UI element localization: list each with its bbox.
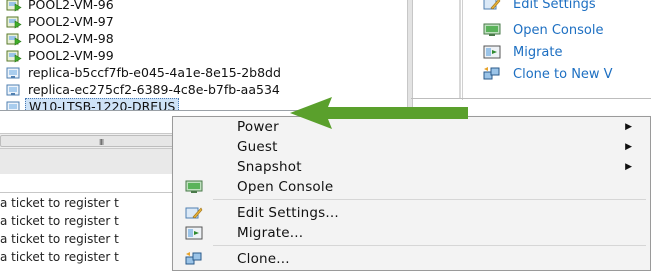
vm-replica-icon	[6, 101, 20, 110]
vm-replica-icon	[6, 84, 20, 95]
annotation-arrow-icon	[290, 97, 468, 129]
action-label: Edit Settings	[513, 0, 596, 12]
action-migrate[interactable]: Migrate	[483, 42, 563, 62]
menu-item-label: Snapshot	[237, 159, 302, 175]
tree-item-w10-ltsb-selected[interactable]: W10-LTSB-1220-DREUS	[0, 97, 180, 110]
menu-item-open-console[interactable]: Open Console	[173, 177, 650, 197]
tree-item-pool2-vm-96[interactable]: POOL2-VM-96	[0, 0, 114, 13]
menu-item-label: Migrate...	[237, 225, 304, 241]
vm-powered-on-icon	[6, 50, 22, 63]
menu-item-label: Open Console	[237, 179, 334, 195]
recent-task-row[interactable]: a ticket to register t	[0, 248, 180, 266]
inventory-tree: POOL2-VM-96 POOL2-VM-97 POOL2-VM-98 POOL…	[0, 0, 407, 110]
action-clone[interactable]: Clone to New V	[483, 64, 613, 84]
submenu-arrow-icon: ▶	[625, 122, 632, 132]
tree-item-label: POOL2-VM-96	[28, 0, 114, 12]
action-label: Migrate	[513, 44, 563, 60]
recent-task-row[interactable]: a ticket to register t	[0, 212, 180, 230]
menu-item-snapshot[interactable]: Snapshot ▶	[173, 157, 650, 177]
tree-item-label: replica-ec275cf2-6389-4c8e-b7fb-aa534	[28, 81, 280, 97]
vm-replica-icon	[6, 67, 20, 78]
menu-item-clone[interactable]: Clone...	[173, 249, 650, 269]
tree-item-pool2-vm-99[interactable]: POOL2-VM-99	[0, 47, 114, 64]
recent-task-row[interactable]: a ticket to register t	[0, 230, 180, 248]
vm-powered-on-icon	[6, 16, 22, 29]
action-open-console[interactable]: Open Console	[483, 20, 603, 40]
tree-item-label: POOL2-VM-98	[28, 30, 114, 46]
submenu-arrow-icon: ▶	[625, 162, 632, 172]
vm-powered-on-icon	[6, 33, 22, 46]
menu-item-label: Guest	[237, 139, 278, 155]
actions-panel: Edit Settings Open Console Migrate Clone…	[462, 0, 651, 100]
action-label: Open Console	[513, 22, 604, 38]
tree-item-replica-ec275cf2[interactable]: replica-ec275cf2-6389-4c8e-b7fb-aa534	[0, 81, 280, 98]
action-label: Clone to New V	[513, 66, 613, 82]
action-edit-settings[interactable]: Edit Settings	[483, 0, 596, 14]
tree-item-pool2-vm-98[interactable]: POOL2-VM-98	[0, 30, 114, 47]
submenu-arrow-icon: ▶	[625, 142, 632, 152]
context-menu: Power ▶ Guest ▶ Snapshot ▶ Open Console …	[172, 116, 651, 271]
menu-separator	[213, 245, 646, 246]
menu-item-label: Edit Settings...	[237, 205, 339, 221]
clone-icon	[483, 67, 500, 80]
migrate-icon	[483, 45, 501, 59]
tree-item-label: W10-LTSB-1220-DREUS	[25, 97, 180, 110]
console-icon	[483, 23, 501, 36]
tree-item-pool2-vm-97[interactable]: POOL2-VM-97	[0, 13, 114, 30]
tree-item-label: POOL2-VM-97	[28, 13, 114, 29]
clone-icon	[185, 252, 202, 265]
scrollbar-grip: III	[99, 138, 104, 147]
migrate-icon	[185, 226, 203, 240]
menu-separator	[213, 199, 646, 200]
recent-task-row[interactable]: a ticket to register t	[0, 194, 180, 212]
menu-item-guest[interactable]: Guest ▶	[173, 137, 650, 157]
console-icon	[185, 180, 203, 193]
menu-item-label: Clone...	[237, 251, 290, 267]
menu-item-label: Power	[237, 119, 279, 135]
edit-settings-icon	[185, 207, 203, 219]
vm-powered-on-icon	[6, 0, 22, 12]
actions-panel-border	[459, 0, 461, 98]
menu-item-migrate[interactable]: Migrate...	[173, 223, 650, 243]
menu-item-edit-settings[interactable]: Edit Settings...	[173, 203, 650, 223]
edit-settings-icon	[483, 0, 501, 10]
tree-item-label: POOL2-VM-99	[28, 47, 114, 63]
tree-item-label: replica-b5ccf7fb-e045-4a1e-8e15-2b8dd	[28, 64, 281, 80]
tree-item-replica-b5ccf7fb[interactable]: replica-b5ccf7fb-e045-4a1e-8e15-2b8dd	[0, 64, 281, 81]
